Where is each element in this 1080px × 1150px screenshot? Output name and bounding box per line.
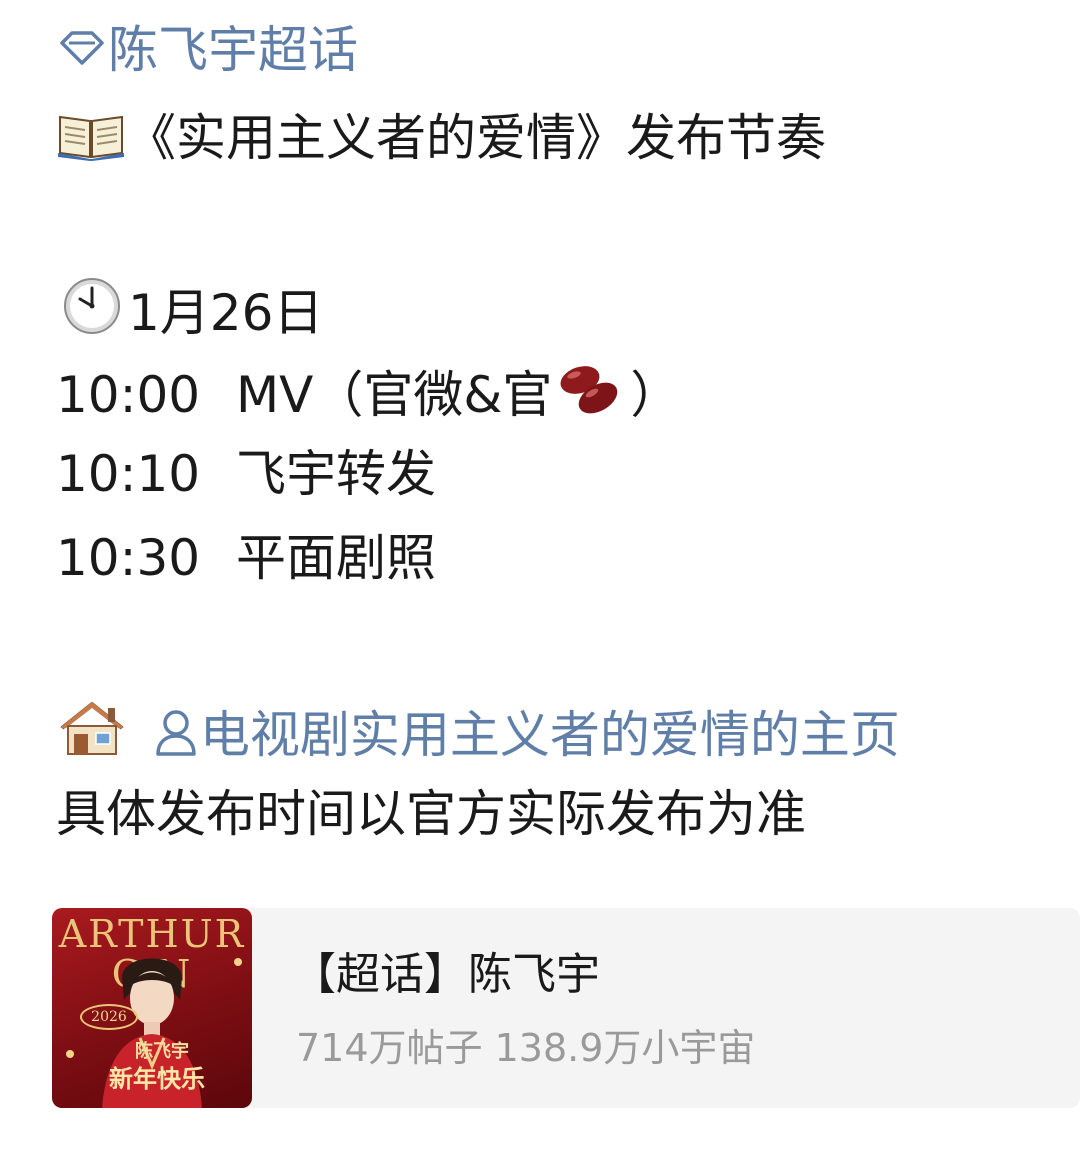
post-title-line: 《实用主义者的爱情》发布节奏 (56, 108, 826, 168)
thumbnail-sparkle (66, 1050, 74, 1058)
diamond-outline-icon (56, 23, 108, 73)
red-beans-icon (552, 360, 630, 418)
schedule-time: 10:10 (56, 445, 201, 503)
schedule-item: 10:00 MV（官微&官 ） (56, 360, 680, 425)
schedule-event: 平面剧照 (236, 529, 436, 587)
schedule-time: 10:30 (56, 529, 201, 587)
supertopic-thumbnail: ARTHUR C N 2026 陈飞宇 新年快乐 (52, 908, 252, 1108)
schedule-event: 飞宇转发 (236, 445, 436, 503)
post-title: 《实用主义者的爱情》发布节奏 (126, 109, 826, 167)
supertopic-link[interactable]: 陈飞宇超话 (56, 20, 358, 80)
supertopic-link-text: 陈飞宇超话 (108, 21, 358, 79)
thumbnail-name: 陈飞宇 (135, 1041, 189, 1062)
drama-homepage-link-text: 电视剧实用主义者的爱情的主页 (199, 706, 900, 764)
release-note: 具体发布时间以官方实际发布为准 (56, 785, 806, 843)
supertopic-card[interactable]: ARTHUR C N 2026 陈飞宇 新年快乐 【超话】陈飞宇 714万帖子 … (52, 908, 1080, 1108)
supertopic-card-stats: 714万帖子 138.9万小宇宙 (296, 1026, 756, 1070)
schedule-event: MV（官微&官 (236, 366, 553, 424)
thumbnail-sparkle (234, 958, 242, 966)
house-icon (56, 698, 136, 758)
user-outline-icon (152, 706, 200, 758)
clock-icon (56, 276, 128, 336)
thumbnail-year-badge: 2026 (80, 1004, 138, 1030)
thumbnail-greeting: 新年快乐 (109, 1064, 205, 1093)
homepage-line: 电视剧实用主义者的爱情的主页 (56, 698, 900, 765)
release-date-line: 1月26日 (56, 276, 323, 343)
schedule-event-end: ） (630, 366, 681, 424)
weibo-post: 陈飞宇超话 《实用主义者的爱情》发布节奏 1月26日 10:00 MV（官微&官… (0, 0, 1080, 1150)
open-book-icon (56, 109, 126, 161)
supertopic-card-title: 【超话】陈飞宇 (292, 949, 600, 1000)
schedule-item: 10:10 飞宇转发 (56, 444, 436, 504)
schedule-item: 10:30 平面剧照 (56, 528, 436, 588)
drama-homepage-link[interactable]: 电视剧实用主义者的爱情的主页 (152, 706, 900, 764)
schedule-time: 10:00 (56, 366, 201, 424)
release-date: 1月26日 (128, 284, 324, 342)
